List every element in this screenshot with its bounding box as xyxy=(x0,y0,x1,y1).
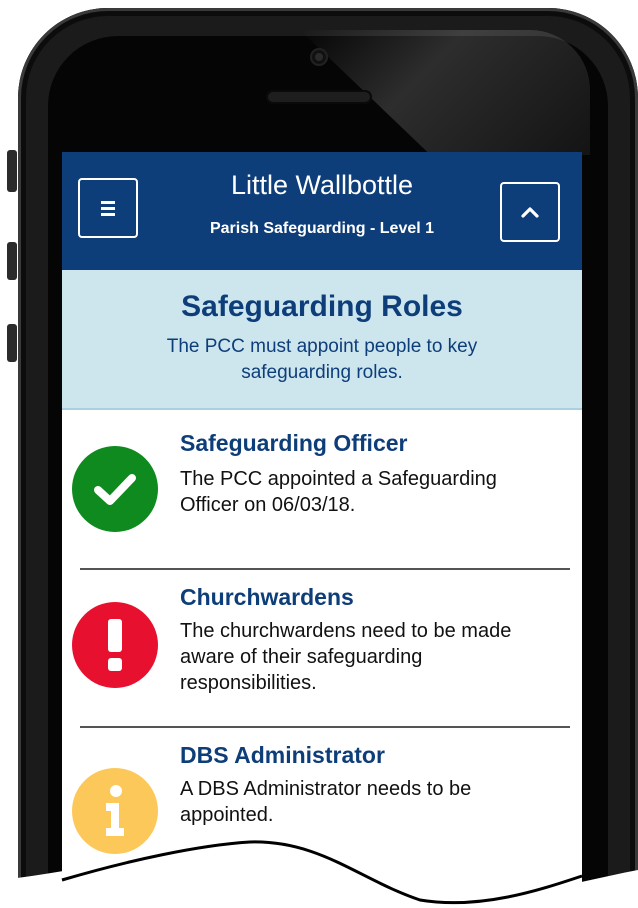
hamburger-menu-icon xyxy=(101,201,115,216)
section-title: Safeguarding Roles xyxy=(181,290,463,323)
side-button-volume-down xyxy=(7,324,17,362)
role-description: The PCC appointed a Safeguarding Officer… xyxy=(180,468,497,516)
exclamation-icon xyxy=(108,619,122,671)
app-subtitle: Parish Safeguarding - Level 1 xyxy=(209,220,435,237)
scroll-up-button[interactable] xyxy=(500,182,560,242)
app-header: Little Wallbottle Parish Safeguarding - … xyxy=(62,152,582,270)
front-camera xyxy=(312,50,326,64)
role-title: DBS Administrator xyxy=(180,742,385,768)
role-item-safeguarding-officer[interactable]: Safeguarding Officer The PCC appointed a… xyxy=(62,410,582,570)
status-complete-badge xyxy=(72,446,158,532)
status-alert-badge xyxy=(72,602,158,688)
checkmark-icon xyxy=(94,474,136,505)
role-title: Churchwardens xyxy=(180,584,354,610)
role-description: The churchwardens need to be made aware … xyxy=(180,620,512,694)
torn-edge-decoration xyxy=(0,840,638,908)
role-item-churchwardens[interactable]: Churchwardens The churchwardens need to … xyxy=(62,570,582,726)
section-description: The PCC must appoint people to key safeg… xyxy=(166,336,478,383)
side-button-volume-up xyxy=(7,242,17,280)
side-button-mute xyxy=(7,150,17,192)
menu-button[interactable] xyxy=(78,178,138,238)
app-screen: Little Wallbottle Parish Safeguarding - … xyxy=(62,152,582,908)
chevron-up-icon xyxy=(521,207,539,218)
app-title: Little Wallbottle xyxy=(230,170,414,200)
earpiece-speaker xyxy=(266,90,372,104)
section-banner: Safeguarding Roles The PCC must appoint … xyxy=(62,270,582,410)
role-title: Safeguarding Officer xyxy=(180,430,408,456)
